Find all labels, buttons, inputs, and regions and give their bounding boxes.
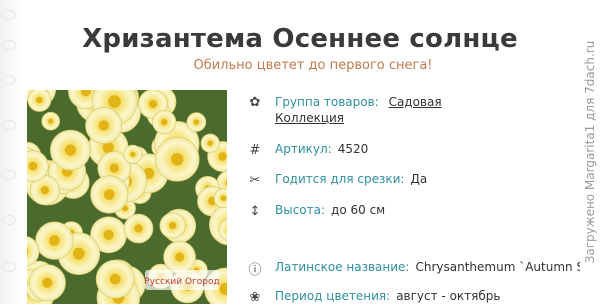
latin-value: Chrysanthemum `Autumn Sun: [415, 260, 600, 274]
hash-icon: #: [249, 142, 261, 158]
flower-icon: ❀: [249, 289, 261, 304]
property-height: ↕ Высота: до 60 см: [245, 203, 386, 219]
group-label: Группа товаров:: [275, 95, 379, 109]
flowers-icon: ✿: [249, 94, 261, 110]
height-value: до 60 см: [331, 203, 386, 217]
bloom-label: Период цветения:: [275, 289, 391, 303]
upload-watermark: Загружено Margarita1 для 7dach.ru: [580, 0, 600, 304]
property-group: ✿ Группа товаров: Садовая Коллекция: [245, 94, 442, 126]
page-subtitle: Обильно цветет до первого снега!: [193, 58, 433, 73]
height-arrow-icon: ↕: [249, 203, 261, 219]
property-cutting: ✂ Годится для срезки: Да: [245, 172, 428, 188]
bloom-value: август - октябрь: [396, 289, 501, 303]
height-label: Высота:: [275, 203, 326, 217]
scissors-icon: ✂: [249, 172, 261, 188]
latin-label: Латинское название:: [275, 260, 410, 274]
chrysanthemum-image: Русский Огород: [27, 90, 227, 304]
watermark-text: Загружено Margarita1 для 7dach.ru: [583, 40, 597, 264]
article-value: 4520: [337, 142, 369, 156]
cutting-value: Да: [410, 172, 428, 186]
article-label: Артикул:: [275, 142, 332, 156]
property-bloom: ❀ Период цветения: август - октябрь: [245, 289, 501, 304]
photo-stamp: Русский Огород: [144, 277, 219, 287]
product-photo[interactable]: Русский Огород: [27, 90, 227, 304]
page-title: Хризантема Осеннее солнце: [82, 24, 518, 54]
property-latin: ⓘ Латинское название: Chrysanthemum `Aut…: [245, 260, 600, 278]
info-icon: ⓘ: [248, 262, 262, 278]
cutting-label: Годится для срезки:: [275, 172, 405, 186]
property-article: # Артикул: 4520: [245, 142, 369, 158]
